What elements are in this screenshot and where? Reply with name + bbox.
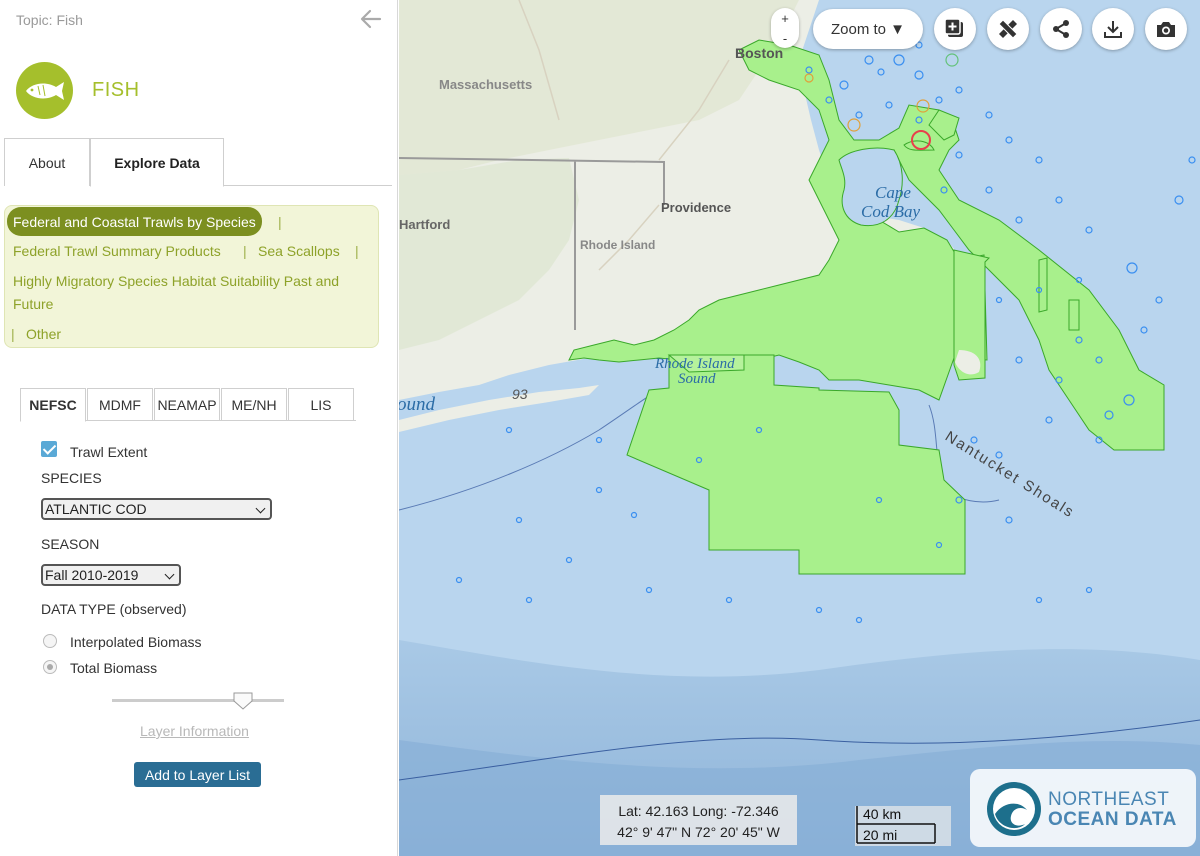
zoom-out-button[interactable]: -: [783, 32, 787, 45]
layer-information-link[interactable]: Layer Information: [140, 723, 249, 739]
measure-icon: [998, 19, 1018, 39]
tab-me-nh[interactable]: ME/NH: [221, 388, 287, 421]
back-arrow-icon[interactable]: [358, 6, 384, 32]
scale-km: 40 km: [863, 806, 902, 822]
add-to-layer-list-button[interactable]: Add to Layer List: [134, 762, 261, 787]
category-nav: Federal and Coastal Trawls by Species | …: [4, 205, 379, 348]
share-icon: [1053, 20, 1069, 38]
source-tabs: NEFSC MDMF NEAMAP ME/NH LIS: [20, 388, 356, 422]
species-label: SPECIES: [41, 470, 102, 486]
season-label: SEASON: [41, 536, 100, 552]
add-layer-button[interactable]: [934, 8, 976, 50]
separator: |: [355, 243, 359, 259]
opacity-slider-handle[interactable]: [233, 692, 253, 710]
download-button[interactable]: [1092, 8, 1134, 50]
season-select[interactable]: Fall 2010-2019: [41, 564, 181, 586]
category-hms-habitat-cont[interactable]: Future: [13, 296, 53, 312]
label-depth: 93: [512, 386, 528, 402]
coordinate-readout: Lat: 42.163 Long: -72.346 42° 9' 47" N 7…: [600, 795, 797, 845]
topic-label: Topic: Fish: [16, 12, 83, 28]
data-type-label: DATA TYPE (observed): [41, 601, 187, 617]
tab-about[interactable]: About: [4, 138, 90, 186]
tab-lis[interactable]: LIS: [288, 388, 354, 421]
zoom-control: + -: [771, 8, 799, 48]
basemap: [399, 0, 1200, 856]
topic-title: FISH: [92, 79, 140, 101]
topic-tabs: About Explore Data: [4, 138, 392, 187]
interpolated-biomass-label: Interpolated Biomass: [70, 634, 202, 650]
category-federal-trawl-summary[interactable]: Federal Trawl Summary Products: [13, 243, 221, 259]
tab-mdmf[interactable]: MDMF: [87, 388, 153, 421]
tab-nefsc[interactable]: NEFSC: [20, 388, 86, 422]
separator: |: [243, 243, 247, 259]
category-federal-coastal-trawls[interactable]: Federal and Coastal Trawls by Species: [7, 207, 262, 236]
label-sound: ound: [399, 394, 435, 415]
tab-explore-data[interactable]: Explore Data: [90, 138, 224, 187]
download-icon: [1104, 21, 1122, 38]
separator: |: [278, 214, 282, 230]
label-rhode-island: Rhode Island: [580, 238, 656, 252]
label-massachusetts: Massachusetts: [439, 77, 533, 92]
opacity-slider-track[interactable]: [112, 699, 284, 702]
species-select[interactable]: ATLANTIC COD: [41, 498, 272, 520]
label-ri-sound-2: Sound: [678, 371, 716, 387]
radio-total-biomass[interactable]: [43, 660, 57, 674]
chevron-down-icon: [164, 569, 175, 580]
coordinate-decimal: Lat: 42.163 Long: -72.346: [618, 803, 779, 819]
share-button[interactable]: [1040, 8, 1082, 50]
scale-bar: 40 km 20 mi: [855, 806, 951, 846]
wave-logo-icon: [987, 782, 1041, 836]
map-view[interactable]: Boston Massachusetts Providence Hartford…: [399, 0, 1200, 856]
radio-interpolated-biomass[interactable]: [43, 634, 57, 648]
measure-button[interactable]: [987, 8, 1029, 50]
trawl-extent-label: Trawl Extent: [70, 444, 148, 460]
species-value: ATLANTIC COD: [45, 501, 147, 517]
label-cape-cod-bay-1: Cape: [875, 183, 911, 202]
total-biomass-label: Total Biomass: [70, 660, 158, 676]
season-value: Fall 2010-2019: [45, 567, 139, 583]
scale-mi: 20 mi: [863, 827, 898, 843]
add-layer-icon: [944, 18, 963, 37]
screenshot-button[interactable]: [1145, 8, 1187, 50]
category-sea-scallops[interactable]: Sea Scallops: [258, 243, 340, 259]
separator: |: [11, 326, 15, 342]
zoom-in-button[interactable]: +: [781, 12, 789, 25]
label-cape-cod-bay-2: Cod Bay: [861, 202, 921, 221]
category-hms-habitat[interactable]: Highly Migratory Species Habitat Suitabi…: [13, 273, 339, 289]
logo-text-ocean-data: OCEAN DATA: [1048, 809, 1177, 830]
label-providence: Providence: [661, 200, 732, 215]
zoom-to-dropdown[interactable]: Zoom to ▼: [813, 9, 923, 49]
sidebar: Topic: Fish FISH About Explore Data Fede…: [0, 0, 398, 856]
fish-icon: [16, 62, 73, 119]
chevron-down-icon: [255, 503, 266, 514]
label-boston: Boston: [735, 45, 784, 61]
label-hartford: Hartford: [399, 217, 451, 232]
northeast-ocean-data-logo: NORTHEAST OCEAN DATA: [970, 769, 1196, 847]
coordinate-dms: 42° 9' 47" N 72° 20' 45" W: [617, 824, 780, 840]
camera-icon: [1157, 22, 1175, 37]
category-other[interactable]: Other: [26, 326, 61, 342]
tab-neamap[interactable]: NEAMAP: [154, 388, 220, 421]
logo-text-northeast: NORTHEAST: [1048, 789, 1170, 810]
trawl-extent-checkbox[interactable]: [41, 441, 57, 457]
